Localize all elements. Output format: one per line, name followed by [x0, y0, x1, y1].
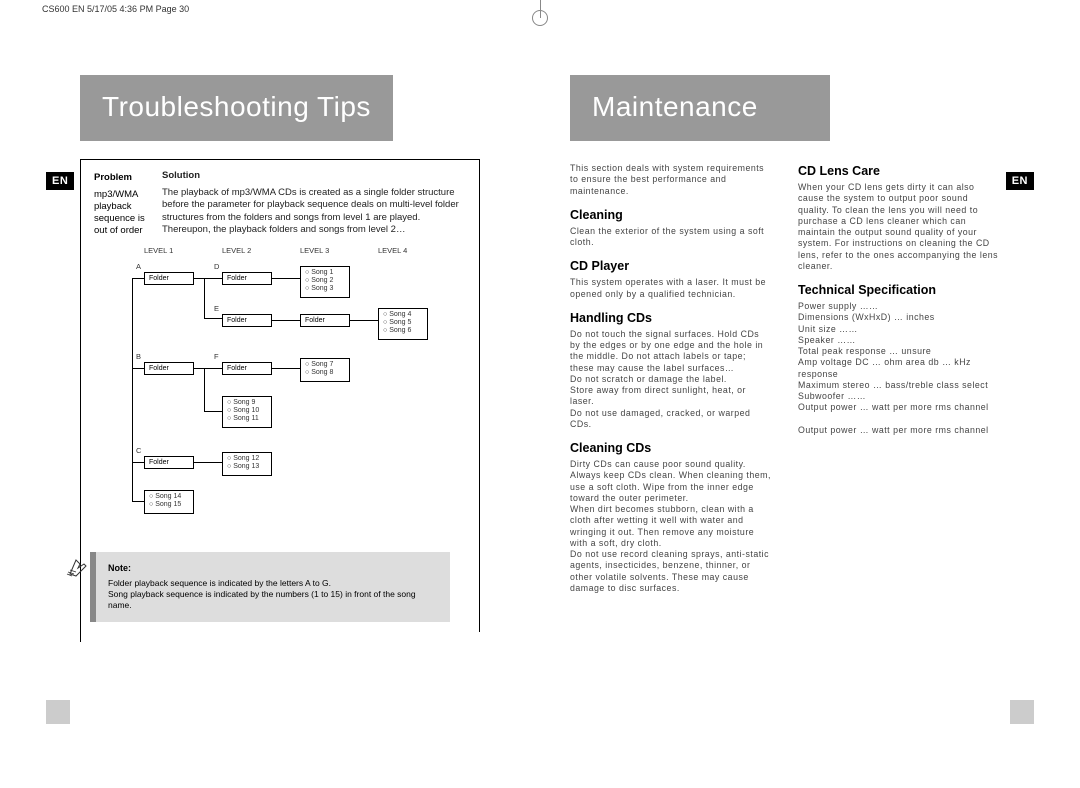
h-cleaningcds: Cleaning CDs — [570, 440, 772, 456]
maint-col-1: This section deals with system requireme… — [570, 163, 772, 598]
p-lens: When your CD lens gets dirty it can also… — [798, 182, 1000, 272]
note-line-1: Folder playback sequence is indicated by… — [108, 578, 440, 589]
level-3-label: LEVEL 3 — [300, 246, 329, 255]
folder-letter-c: C — [136, 446, 141, 455]
folder-c: Folder — [144, 456, 194, 469]
note-box: Note: Folder playback sequence is indica… — [90, 552, 450, 622]
maint-col-2: CD Lens Care When your CD lens gets dirt… — [798, 163, 1000, 598]
p-cleaning: Clean the exterior of the system using a… — [570, 226, 772, 249]
song-group-2: Song 4 Song 5 Song 6 — [378, 308, 428, 340]
h-tech: Technical Specification — [798, 282, 1000, 298]
page-right: Maintenance EN This section deals with s… — [540, 20, 1050, 768]
folder-letter-b: B — [136, 352, 141, 361]
folder-diagram: LEVEL 1 LEVEL 2 LEVEL 3 LEVEL 4 A Folder… — [144, 246, 454, 546]
banner-maintenance: Maintenance — [570, 75, 830, 141]
troubleshoot-box: Problem Solution mp3/WMA playback sequen… — [80, 159, 480, 632]
spread: Troubleshooting Tips EN Problem Solution… — [30, 20, 1050, 768]
h-handling: Handling CDs — [570, 310, 772, 326]
col-header-solution: Solution — [162, 170, 465, 184]
solution-text: The playback of mp3/WMA CDs is created a… — [162, 187, 465, 237]
problem-text: mp3/WMA playback sequence is out of orde… — [94, 189, 154, 237]
folder-a: Folder — [144, 272, 194, 285]
h-cdplayer: CD Player — [570, 258, 772, 274]
maint-intro: This section deals with system requireme… — [570, 163, 772, 197]
folder-letter-e: E — [214, 304, 219, 313]
folder-b: Folder — [144, 362, 194, 375]
note-title: Note: — [108, 562, 440, 574]
edge-block — [46, 700, 70, 724]
note-line-2: Song playback sequence is indicated by t… — [108, 589, 440, 612]
p-cleaningcds: Dirty CDs can cause poor sound quality. … — [570, 459, 772, 594]
lang-tab-right: EN — [1006, 172, 1034, 190]
folder-f: Folder — [222, 362, 272, 375]
h-lens: CD Lens Care — [798, 163, 1000, 179]
folder-e: Folder — [222, 314, 272, 327]
maintenance-content: This section deals with system requireme… — [570, 163, 1000, 598]
col-header-problem: Problem — [94, 172, 154, 184]
level-4-label: LEVEL 4 — [378, 246, 407, 255]
folder-letter-a: A — [136, 262, 141, 271]
banner-troubleshooting: Troubleshooting Tips — [80, 75, 393, 141]
p-tech: Power supply …… Dimensions (WxHxD) … inc… — [798, 301, 1000, 436]
edge-block-right — [1010, 700, 1034, 724]
folder-letter-f: F — [214, 352, 219, 361]
p-handling: Do not touch the signal surfaces. Hold C… — [570, 329, 772, 430]
p-cdplayer: This system operates with a laser. It mu… — [570, 277, 772, 300]
song-group-1: Song 1 Song 2 Song 3 — [300, 266, 350, 298]
song-group-6: Song 14 Song 15 — [144, 490, 194, 514]
level-2-label: LEVEL 2 — [222, 246, 251, 255]
print-meta: CS600 EN 5/17/05 4:36 PM Page 30 — [42, 4, 189, 14]
song-group-4: Song 9 Song 10 Song 11 — [222, 396, 272, 428]
crop-mark — [525, 0, 555, 18]
page-left: Troubleshooting Tips EN Problem Solution… — [30, 20, 540, 768]
hand-icon — [66, 554, 90, 578]
h-cleaning: Cleaning — [570, 207, 772, 223]
folder-g: Folder — [300, 314, 350, 327]
level-1-label: LEVEL 1 — [144, 246, 173, 255]
lang-tab-left: EN — [46, 172, 74, 190]
song-group-5: Song 12 Song 13 — [222, 452, 272, 476]
folder-d: Folder — [222, 272, 272, 285]
folder-letter-d: D — [214, 262, 219, 271]
song-group-3: Song 7 Song 8 — [300, 358, 350, 382]
